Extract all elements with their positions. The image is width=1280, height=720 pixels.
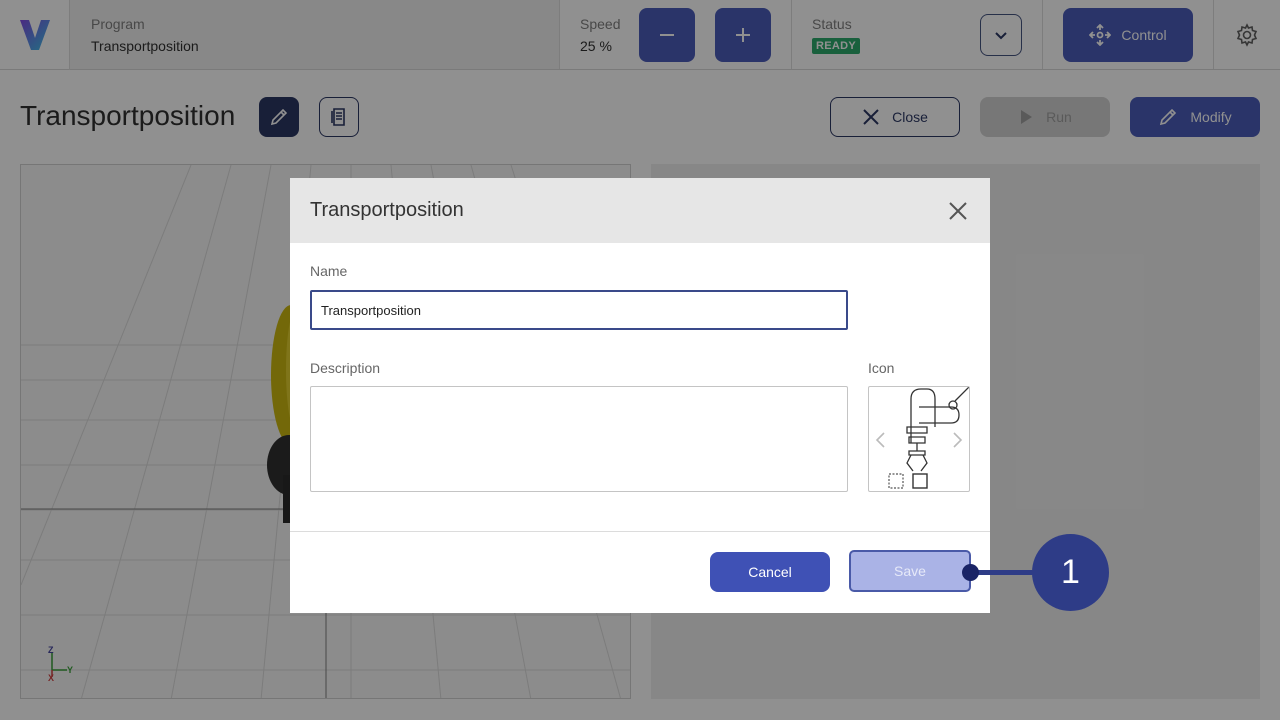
save-button[interactable]: Save: [849, 550, 971, 592]
callout-pointer-dot: [962, 564, 979, 581]
icon-next-button[interactable]: [949, 429, 965, 456]
cancel-button[interactable]: Cancel: [710, 552, 830, 592]
callout-pointer-line: [970, 570, 1040, 575]
dialog-footer: Cancel Save: [290, 532, 990, 613]
icon-label: Icon: [868, 360, 895, 376]
dialog-header: Transportposition: [290, 178, 990, 243]
icon-selector: [868, 386, 970, 492]
dialog-title: Transportposition: [310, 199, 464, 221]
dialog-close-button[interactable]: [946, 199, 970, 223]
chevron-right-icon: [953, 432, 963, 448]
dialog-body: Name Description Icon: [290, 243, 990, 532]
description-label: Description: [310, 360, 381, 376]
name-label: Name: [310, 263, 348, 279]
edit-position-dialog: Transportposition Name Description Icon: [290, 178, 990, 613]
callout-marker: 1: [1032, 534, 1109, 611]
close-icon: [949, 201, 967, 220]
name-input[interactable]: [310, 290, 848, 330]
description-textarea[interactable]: [310, 386, 848, 492]
